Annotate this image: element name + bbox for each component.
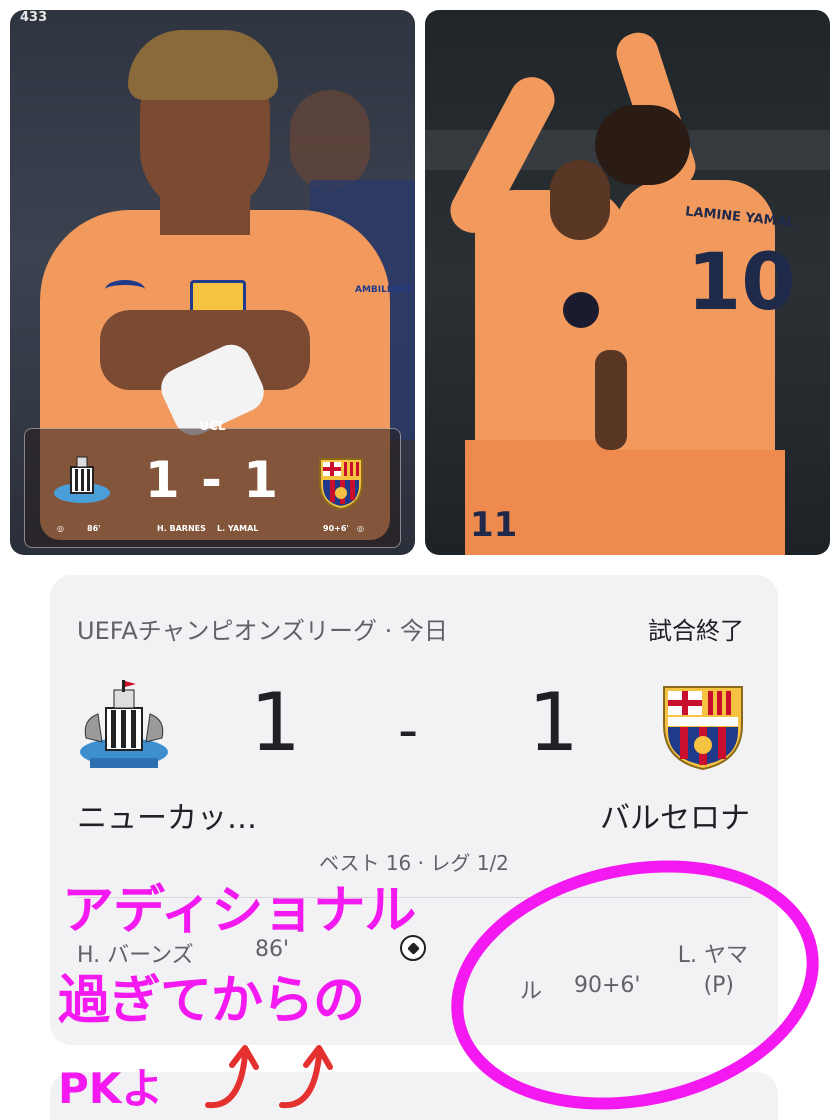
player-10-forearm — [595, 350, 627, 450]
nike-swoosh-icon — [105, 280, 145, 299]
match-status: 試合終了 — [648, 617, 744, 645]
player-hair — [128, 30, 278, 100]
overlay-ball-icon-away: ◎ — [357, 524, 364, 533]
overlay-away-scorer: L. YAMAL — [217, 524, 259, 533]
player-neck — [160, 190, 250, 235]
watermark: 433 — [20, 10, 48, 25]
overlay-ball-icon-home: ◎ — [57, 524, 64, 533]
photo-left: 433 AMBILIGHT UCL 1 - 1 ◎ 86' H. BARNES … — [10, 10, 415, 555]
player-11-number: 11 — [470, 505, 518, 545]
spotify-logo-icon — [563, 292, 599, 328]
annotation-line1: アディショナル — [62, 881, 416, 941]
barcelona-crest-icon — [312, 453, 370, 511]
overlay-home-minute: 86' — [87, 524, 101, 533]
annotation-line3: PKよ — [58, 1064, 164, 1113]
player-10-hair — [595, 105, 690, 185]
annotation-line2: 過ぎてからの — [58, 971, 365, 1031]
away-team-name[interactable]: バルセロナ — [600, 793, 750, 837]
photo-right: 11 LAMINE YAMAL 10 — [425, 10, 830, 555]
home-team-name[interactable]: ニューカッ… — [77, 793, 257, 837]
background-player — [290, 90, 370, 190]
overlay-away-minute: 90+6' — [323, 524, 349, 533]
overlay-home-scorer: H. BARNES — [157, 524, 206, 533]
player-10-shorts — [610, 450, 785, 555]
player-10-number: 10 — [687, 238, 796, 328]
jersey-sponsor: AMBILIGHT — [355, 285, 412, 295]
player-11-head — [550, 160, 610, 240]
annotation-arrows-icon — [205, 1045, 333, 1109]
newcastle-crest-icon — [78, 680, 170, 772]
score-separator: - — [398, 698, 419, 763]
score-overlay: UCL 1 - 1 ◎ 86' H. BARNES L. YAMAL 90+6'… — [24, 419, 401, 548]
overlay-competition: UCL — [199, 419, 226, 433]
competition-date: UEFAチャンピオンズリーグ · 今日 — [77, 617, 448, 645]
home-score: 1 — [250, 676, 301, 769]
annotation-circle — [451, 860, 819, 1110]
barcelona-crest-icon — [660, 679, 746, 771]
away-score: 1 — [528, 676, 579, 769]
